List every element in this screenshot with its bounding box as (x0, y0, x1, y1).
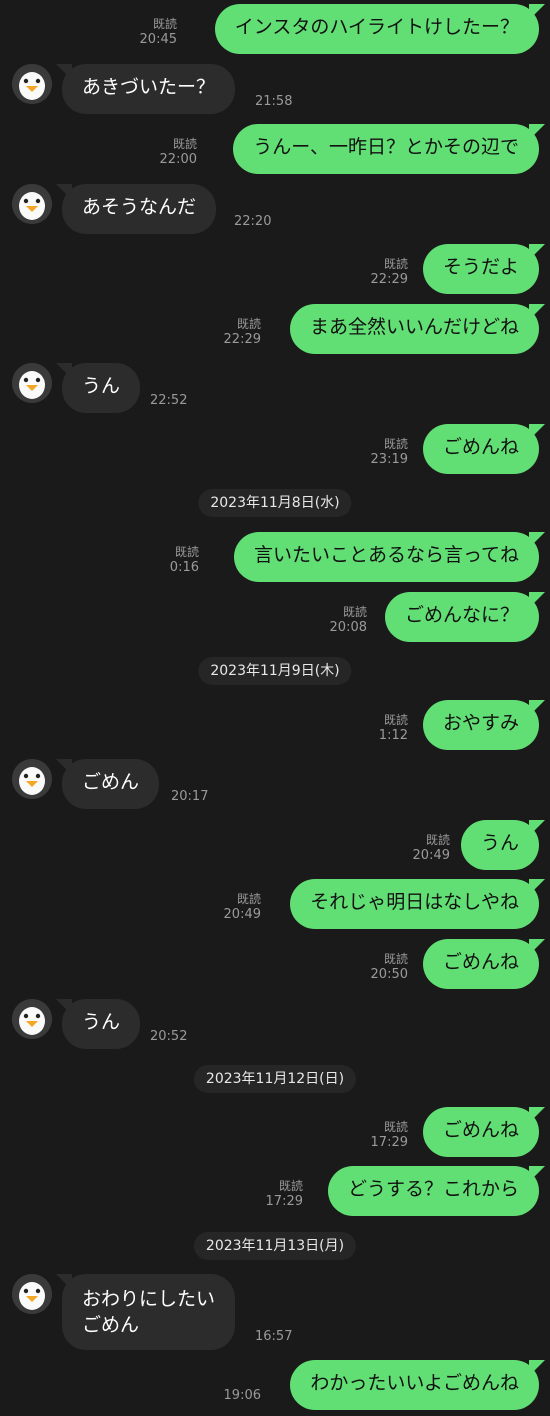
message-meta: 既読 22:29 (224, 316, 261, 348)
message-time: 16:57 (255, 1329, 293, 1344)
read-receipt: 既読 (425, 833, 450, 847)
read-receipt: 既読 (383, 437, 408, 451)
message-bubble-outgoing[interactable]: ごめんね (422, 1107, 539, 1157)
message-meta: 既読 20:50 (371, 951, 408, 983)
message-bubble-incoming[interactable]: ごめん (62, 759, 160, 809)
message-bubble-incoming[interactable]: うん (62, 999, 141, 1049)
penguin-avatar-icon[interactable] (12, 184, 52, 224)
message-time: 0:16 (169, 560, 199, 575)
message-meta: 既読 22:29 (371, 256, 408, 288)
penguin-avatar-icon[interactable] (12, 1274, 52, 1314)
chat-message-list[interactable]: 既読 20:45 インスタのハイライトけしたー？ あきづいたー？ 21:58 既… (0, 0, 550, 1416)
read-receipt: 既読 (236, 317, 261, 331)
message-time: 20:17 (171, 789, 209, 804)
message-bubble-outgoing[interactable]: ごめんね (422, 424, 539, 474)
message-bubble-outgoing[interactable]: インスタのハイライトけしたー？ (214, 4, 539, 54)
message-meta: 既読 23:19 (371, 436, 408, 468)
message-bubble-outgoing[interactable]: ごめんね (422, 939, 539, 989)
date-separator: 2023年11月9日(木) (198, 657, 352, 685)
message-meta: 既読 20:08 (330, 604, 367, 636)
message-time: 20:45 (139, 32, 177, 47)
message-bubble-incoming[interactable]: あきづいたー？ (62, 64, 236, 114)
message-meta: 既読 17:29 (371, 1119, 408, 1151)
message-time: 19:06 (223, 1388, 261, 1403)
message-time: 22:29 (223, 332, 261, 347)
message-bubble-incoming[interactable]: あそうなんだ (62, 184, 217, 234)
message-bubble-outgoing[interactable]: それじゃ明日はなしやね (290, 879, 539, 929)
message-time: 22:29 (370, 272, 408, 287)
message-bubble-outgoing[interactable]: うんー、一昨日？とかその辺で (233, 124, 539, 174)
read-receipt: 既読 (236, 892, 261, 906)
message-meta: 既読 22:00 (160, 136, 197, 168)
penguin-avatar-icon[interactable] (12, 64, 52, 104)
date-separator: 2023年11月8日(水) (198, 489, 352, 517)
date-separator: 2023年11月13日(月) (193, 1232, 357, 1260)
message-bubble-outgoing[interactable]: どうする？これから (327, 1166, 539, 1216)
message-time: 22:20 (234, 214, 272, 229)
message-bubble-outgoing[interactable]: そうだよ (422, 244, 539, 294)
message-time: 1:12 (378, 728, 408, 743)
message-meta: 既読 20:49 (413, 832, 450, 864)
read-receipt: 既読 (152, 17, 177, 31)
message-time: 17:29 (370, 1135, 408, 1150)
message-bubble-outgoing[interactable]: うん (460, 820, 539, 870)
read-receipt: 既読 (342, 605, 367, 619)
message-meta: 既読 1:12 (379, 712, 408, 744)
message-bubble-outgoing[interactable]: ごめんなに？ (384, 592, 539, 642)
message-time: 20:49 (223, 907, 261, 922)
read-receipt: 既読 (383, 713, 408, 727)
message-time: 22:52 (150, 393, 188, 408)
message-time: 17:29 (265, 1194, 303, 1209)
message-meta: 既読 20:49 (224, 891, 261, 923)
message-bubble-outgoing[interactable]: まあ全然いいんだけどね (289, 304, 539, 354)
penguin-avatar-icon[interactable] (12, 363, 52, 403)
message-time: 22:00 (159, 152, 197, 167)
read-receipt: 既読 (172, 137, 197, 151)
message-meta: 既読 0:16 (170, 544, 199, 576)
message-time: 21:58 (255, 94, 293, 109)
message-meta: 19:06 (224, 1388, 261, 1404)
message-bubble-outgoing[interactable]: 言いたいことあるなら言ってね (233, 532, 539, 582)
message-time: 20:49 (412, 848, 450, 863)
penguin-avatar-icon[interactable] (12, 999, 52, 1039)
message-time: 20:50 (370, 967, 408, 982)
message-bubble-outgoing[interactable]: おやすみ (422, 700, 539, 750)
message-bubble-incoming[interactable]: おわりにしたい ごめん (62, 1274, 236, 1350)
message-time: 20:52 (150, 1029, 188, 1044)
read-receipt: 既読 (278, 1179, 303, 1193)
penguin-avatar-icon[interactable] (12, 759, 52, 799)
message-time: 23:19 (370, 452, 408, 467)
read-receipt: 既読 (383, 1120, 408, 1134)
date-separator: 2023年11月12日(日) (193, 1065, 357, 1093)
read-receipt: 既読 (174, 545, 199, 559)
read-receipt: 既読 (383, 257, 408, 271)
read-receipt: 既読 (383, 952, 408, 966)
message-meta: 既読 20:45 (140, 16, 177, 48)
message-meta: 既読 17:29 (266, 1178, 303, 1210)
message-bubble-incoming[interactable]: うん (62, 363, 141, 413)
message-bubble-outgoing[interactable]: わかったいいよごめんね (290, 1360, 539, 1410)
message-time: 20:08 (329, 620, 367, 635)
